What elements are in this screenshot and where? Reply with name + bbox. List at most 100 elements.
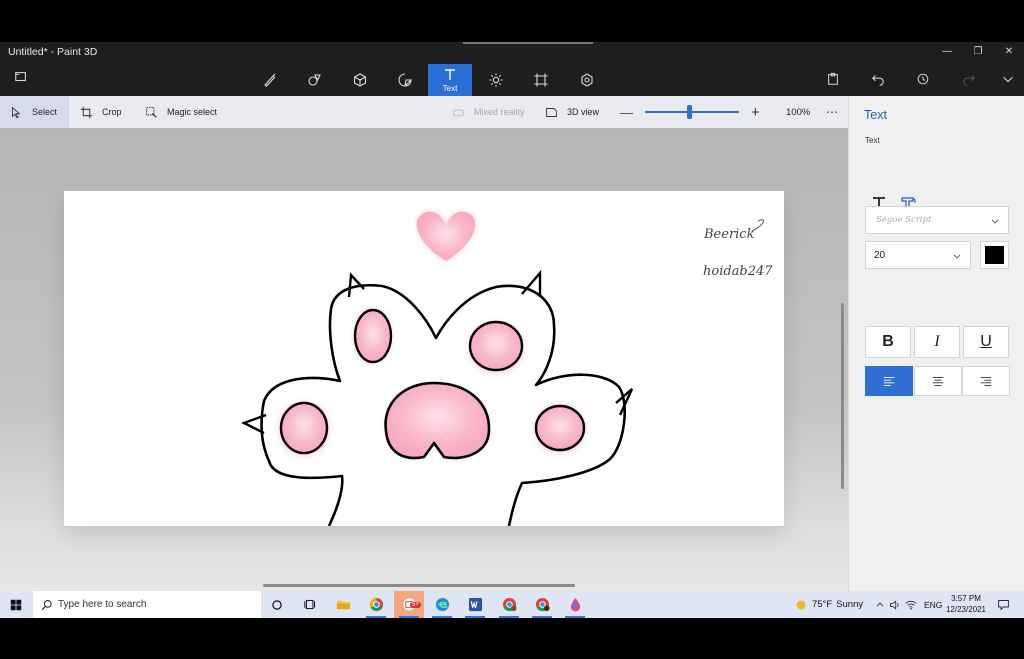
align-left-icon — [883, 377, 895, 386]
tool-3d-library[interactable] — [565, 64, 609, 96]
chrome-button[interactable] — [361, 591, 391, 618]
align-left-button[interactable] — [865, 366, 913, 396]
paint3d-icon — [570, 597, 580, 612]
claw-right-top — [521, 269, 542, 295]
text-panel: Text Text Segoe Script 20 B I U — [848, 96, 1024, 591]
align-center-icon — [932, 377, 944, 386]
tool-3d-shapes[interactable] — [338, 64, 382, 96]
task-view-icon — [303, 599, 315, 610]
sticker-icon — [398, 73, 412, 87]
folder-icon — [15, 72, 26, 82]
align-right-icon — [980, 377, 992, 386]
toe-bean-3 — [278, 401, 330, 457]
chevron-down-icon — [1003, 76, 1013, 83]
tool-canvas[interactable] — [519, 64, 563, 96]
maximize-button[interactable]: ❐ — [963, 44, 993, 60]
tool-brushes[interactable] — [248, 64, 292, 96]
tool-effects[interactable] — [474, 64, 518, 96]
word-icon — [468, 597, 482, 612]
window-title: Untitled* - Paint 3D — [8, 46, 98, 58]
paste-button[interactable] — [824, 70, 842, 88]
select-label: Select — [32, 107, 58, 117]
mail-badge: 5+ — [410, 602, 421, 608]
undo-button[interactable] — [869, 70, 887, 88]
align-right-button[interactable] — [962, 366, 1010, 396]
font-size-dropdown[interactable]: 20 — [865, 241, 971, 269]
tool-2d-shapes[interactable] — [293, 64, 337, 96]
zoom-slider-thumb[interactable] — [686, 105, 692, 119]
weather-widget[interactable]: 75°F Sunny — [795, 591, 863, 618]
toe-bean-2 — [468, 320, 524, 374]
menu-button[interactable] — [14, 70, 30, 86]
edge-button[interactable] — [427, 591, 457, 618]
close-button[interactable]: ✕ — [994, 44, 1024, 60]
redo-button[interactable] — [960, 70, 978, 88]
chrome-profile-2-button[interactable] — [527, 591, 557, 618]
font-size-value: 20 — [874, 250, 886, 261]
taskbar-clock[interactable]: 3:57 PM 12/23/2021 — [942, 593, 990, 615]
chrome-profile-icon — [535, 597, 550, 612]
clipboard-icon — [828, 72, 838, 85]
task-view-button[interactable] — [295, 591, 325, 618]
text-color-fill — [985, 246, 1004, 264]
speaker-icon — [890, 600, 899, 609]
mail-app-button[interactable]: 5+ — [394, 591, 424, 618]
drawing-canvas[interactable]: Beerick hoidab247 — [64, 191, 784, 527]
screen: Untitled* - Paint 3D — ❐ ✕ Text Select C… — [0, 0, 1024, 659]
minimize-button[interactable]: — — [932, 44, 962, 60]
view-3d-button[interactable]: 3D view — [545, 96, 599, 128]
font-family-dropdown[interactable]: Segoe Script — [865, 206, 1009, 234]
edge-icon — [435, 597, 449, 612]
vertical-scrollbar[interactable] — [841, 303, 844, 489]
history-button[interactable] — [914, 70, 932, 88]
clock-date: 12/23/2021 — [945, 605, 987, 614]
zoom-percent: 100% — [786, 106, 811, 118]
main-pad — [384, 381, 491, 460]
zoom-slider-track[interactable] — [645, 111, 739, 113]
start-button[interactable] — [0, 591, 32, 618]
weather-temp: 75°F — [812, 599, 833, 610]
view-3d-icon — [546, 107, 557, 117]
notifications-button[interactable] — [997, 591, 1010, 618]
tool-stickers[interactable] — [383, 64, 427, 96]
italic-button[interactable]: I — [914, 326, 960, 358]
mixed-reality-button[interactable]: Mixed reality — [452, 96, 525, 128]
chrome-profile-1-button[interactable] — [494, 591, 524, 618]
chrome-icon — [369, 597, 383, 612]
toe-bean-4 — [534, 404, 586, 454]
select-tool-button[interactable]: Select — [0, 96, 69, 128]
paint3d-taskbar-button[interactable] — [560, 591, 590, 618]
secondary-toolbar: Select Crop Magic select Mixed reality 3… — [0, 96, 848, 128]
more-options-button[interactable]: ⋯ — [826, 96, 838, 128]
crop-icon — [80, 106, 93, 118]
taskbar-search-box[interactable]: Type here to search — [33, 591, 261, 618]
file-explorer-button[interactable] — [328, 591, 358, 618]
heart-shape — [416, 211, 476, 261]
underline-button[interactable]: U — [963, 326, 1009, 358]
tool-text[interactable]: Text — [428, 64, 472, 96]
text-color-picker[interactable] — [980, 241, 1009, 269]
font-family-value: Segoe Script — [876, 215, 932, 225]
crop-button[interactable]: Crop — [80, 96, 122, 128]
tool-text-label: Text — [442, 84, 458, 93]
search-icon — [41, 600, 52, 611]
zoom-in-button[interactable]: + — [751, 96, 760, 128]
undo-icon — [872, 75, 884, 86]
volume-button[interactable] — [889, 591, 901, 618]
word-button[interactable] — [460, 591, 490, 618]
language-indicator[interactable]: ENG — [924, 591, 942, 618]
show-hidden-icons-button[interactable] — [875, 591, 885, 618]
zoom-out-button[interactable]: — — [620, 96, 633, 128]
cortana-button[interactable] — [262, 591, 292, 618]
chrome-profile-icon — [502, 597, 517, 612]
notification-icon — [998, 600, 1009, 611]
magic-select-button[interactable]: Magic select — [145, 96, 217, 128]
horizontal-scrollbar[interactable] — [263, 584, 575, 587]
expand-toolbar-button[interactable] — [999, 70, 1017, 88]
crop-label: Crop — [102, 107, 122, 117]
panel-title: Text — [864, 108, 887, 122]
bold-button[interactable]: B — [865, 326, 911, 358]
network-button[interactable] — [905, 591, 917, 618]
shapes-2d-icon — [308, 74, 321, 86]
align-center-button[interactable] — [914, 366, 962, 396]
